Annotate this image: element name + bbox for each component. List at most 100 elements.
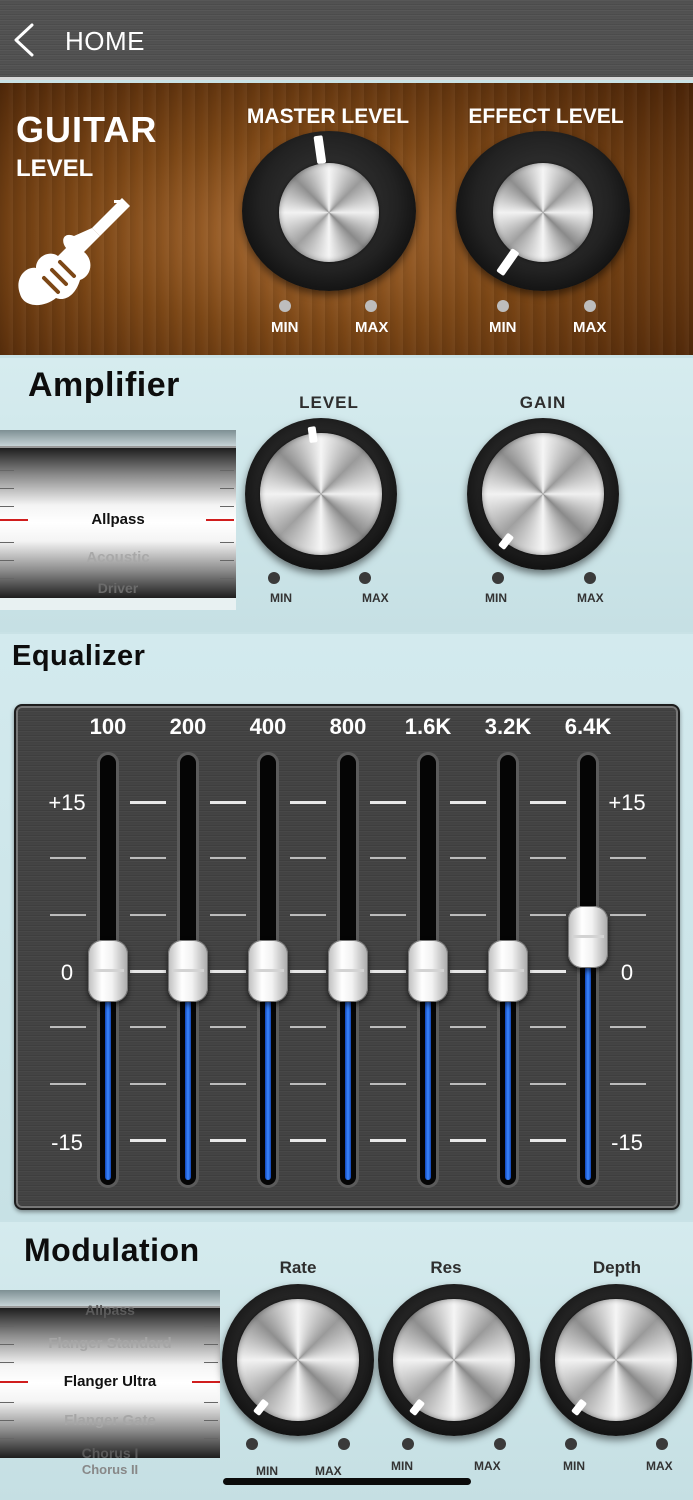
eq-scale-line [450,857,486,860]
eq-scale-line [610,1026,646,1029]
mod-rate-max-label: MAX [315,1464,342,1478]
effect-max-dot [584,300,596,312]
mod-depth-knob[interactable] [540,1284,692,1436]
eq-slider-thumb[interactable] [328,940,368,1002]
mod-res-max-dot [494,1438,506,1450]
eq-scale-line [50,913,86,916]
guitar-level-panel: GUITAR LEVEL MASTER LEVEL MIN MAX EFFECT… [0,83,693,355]
home-indicator[interactable] [223,1478,471,1485]
top-bar: HOME [0,0,693,80]
master-min-label: MIN [271,319,299,336]
eq-slider-thumb[interactable] [408,940,448,1002]
amp-gain-min-dot [492,572,504,584]
guitar-icon [18,198,130,306]
master-max-label: MAX [355,319,389,336]
eq-scale-line [50,1026,86,1029]
mod-depth-min-label: MIN [563,1459,585,1473]
eq-scale-line [530,1139,566,1142]
amp-preset-item[interactable]: Acoustic [0,549,236,566]
eq-scale-line [210,970,246,973]
amplifier-panel: Amplifier Allpass Acoustic Driver LEVEL … [0,358,693,632]
amplifier-preset-picker[interactable]: Allpass Acoustic Driver [0,430,236,610]
eq-slider-thumb[interactable] [568,906,608,969]
eq-scale-line [130,857,166,860]
eq-scale-line [370,857,406,860]
mod-preset-item[interactable]: Chorus I [0,1445,220,1461]
master-level-label: MASTER LEVEL [246,105,410,128]
amp-gain-knob[interactable] [467,418,619,570]
mod-rate-max-dot [338,1438,350,1450]
effect-min-dot [497,300,509,312]
mod-preset-item[interactable]: Flanger Gate [0,1412,220,1429]
eq-scale-line [450,913,486,916]
chevron-left-icon[interactable] [10,22,40,58]
eq-scale-line [290,913,326,916]
eq-scale-line [210,801,246,804]
equalizer-board: +15 0 -15 +15 0 -15 100 200 400 800 1.6K 3.2K… [14,704,680,1210]
mod-preset-item[interactable]: Chorus II [0,1462,220,1474]
amp-level-min-label: MIN [270,591,292,605]
effect-level-knob[interactable] [456,131,630,291]
eq-scale-top-left: +15 [48,790,86,815]
eq-scale-bottom-right: -15 [611,1130,643,1155]
equalizer-panel: Equalizer +15 0 -15 +15 0 -15 100 200 400 8… [0,634,693,1220]
mod-res-min-dot [402,1438,414,1450]
eq-slider-fill [505,971,511,1180]
eq-scale-line [130,801,166,804]
eq-scale-line [130,1139,166,1142]
eq-scale-line [290,1139,326,1142]
eq-scale-line [530,1082,566,1085]
eq-scale-line [130,1026,166,1029]
eq-slider-fill [425,971,431,1180]
mod-preset-selected[interactable]: Flanger Ultra [0,1373,220,1390]
guitar-subtitle: LEVEL [16,155,94,182]
mod-res-knob[interactable] [378,1284,530,1436]
eq-band-label: 100 [89,714,127,739]
master-min-dot [279,300,291,312]
eq-band-label: 200 [169,714,207,739]
eq-scale-line [530,970,566,973]
eq-scale-line [370,801,406,804]
eq-scale-line [290,1026,326,1029]
home-link[interactable]: HOME [65,26,145,57]
eq-scale-line [210,857,246,860]
eq-scale-line [210,1082,246,1085]
amp-level-max-dot [359,572,371,584]
amp-preset-item[interactable]: Driver [0,580,236,596]
eq-slider-thumb[interactable] [248,940,288,1002]
eq-scale-line [530,857,566,860]
eq-band-label: 400 [249,714,287,739]
mod-res-min-label: MIN [391,1459,413,1473]
eq-scale-line [370,970,406,973]
eq-slider-fill [265,971,271,1180]
amp-gain-min-label: MIN [485,591,507,605]
amp-level-min-dot [268,572,280,584]
eq-slider-fill [345,971,351,1180]
eq-scale-line [290,801,326,804]
mod-preset-item[interactable]: Flanger Standard [0,1335,220,1352]
eq-slider-thumb[interactable] [488,940,528,1002]
amp-level-knob[interactable] [245,418,397,570]
eq-slider-fill [585,937,591,1180]
eq-scale-line [450,801,486,804]
eq-scale-line [370,1082,406,1085]
mod-rate-knob[interactable] [222,1284,374,1436]
eq-band-label: 1.6K [404,714,452,739]
eq-slider-fill [185,971,191,1180]
master-level-knob[interactable] [242,131,416,291]
eq-scale-line [370,1139,406,1142]
eq-scale-line [530,801,566,804]
eq-scale-line [610,913,646,916]
mod-depth-label: Depth [592,1258,642,1277]
eq-slider-thumb[interactable] [168,940,208,1002]
amp-preset-selected[interactable]: Allpass [0,511,236,528]
modulation-preset-picker[interactable]: Allpass Flanger Standard Flanger Ultra F… [0,1290,220,1474]
amp-gain-max-label: MAX [577,591,604,605]
amp-level-max-label: MAX [362,591,389,605]
eq-scale-line [370,1026,406,1029]
mod-preset-item[interactable]: Allpass [0,1302,220,1318]
eq-scale-top-right: +15 [608,790,646,815]
eq-scale-line [290,857,326,860]
eq-slider-thumb[interactable] [88,940,128,1002]
eq-scale-line [130,1082,166,1085]
